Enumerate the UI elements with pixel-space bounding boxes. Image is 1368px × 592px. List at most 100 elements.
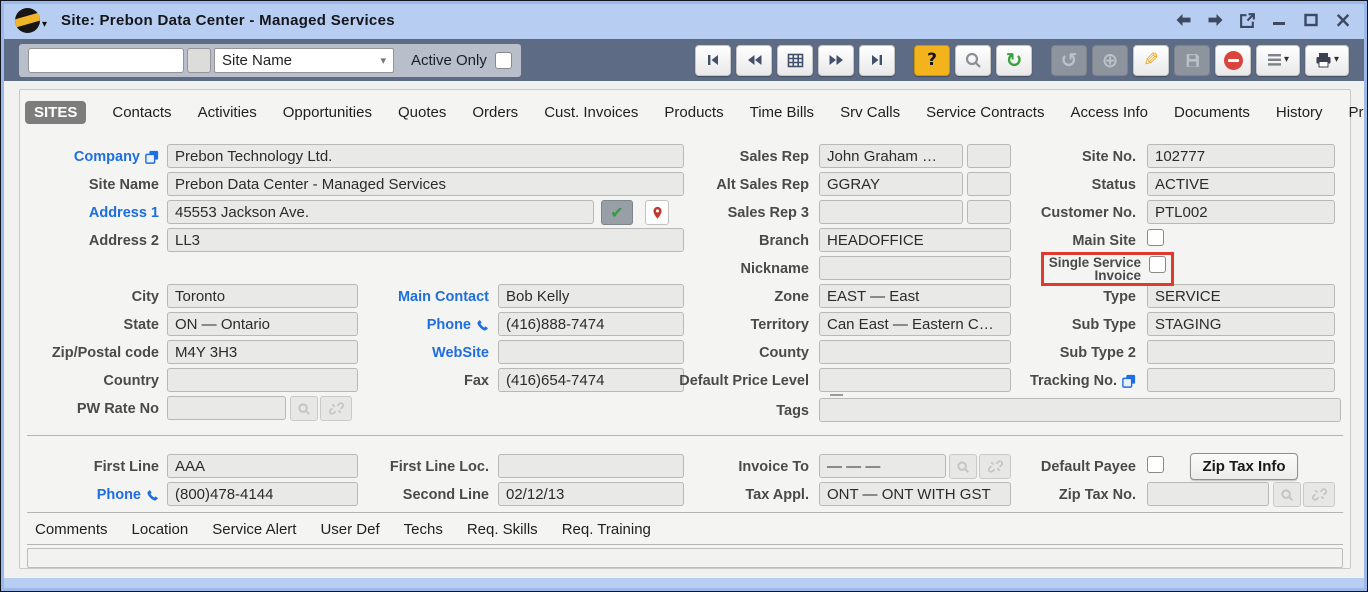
last-record-button[interactable] — [859, 45, 895, 76]
undo-button[interactable]: ↺ — [1051, 45, 1087, 76]
company-field[interactable] — [167, 144, 684, 168]
main-tab-strip: SITES Contacts Activities Opportunities … — [25, 100, 1368, 124]
logo-menu-caret-icon[interactable]: ▾ — [42, 20, 47, 30]
phone2-field[interactable] — [167, 482, 358, 506]
tab-req-training[interactable]: Req. Training — [562, 521, 651, 538]
pw-rate-no-field[interactable] — [167, 396, 286, 420]
delete-button[interactable] — [1215, 45, 1251, 76]
app-logo-icon[interactable] — [15, 8, 40, 33]
maximize-icon[interactable] — [1301, 10, 1321, 30]
filter-clear-button[interactable] — [187, 48, 211, 73]
tab-orders[interactable]: Orders — [472, 104, 518, 121]
address-verified-button[interactable]: ✔ — [601, 200, 633, 225]
save-button[interactable] — [1174, 45, 1210, 76]
website-label[interactable]: WebSite — [361, 343, 489, 363]
tags-field[interactable] — [819, 398, 1341, 422]
first-record-button[interactable] — [695, 45, 731, 76]
tab-location[interactable]: Location — [132, 521, 189, 538]
refresh-button[interactable]: ↻ — [996, 45, 1032, 76]
tab-service-alert[interactable]: Service Alert — [212, 521, 296, 538]
tab-access-info[interactable]: Access Info — [1070, 104, 1148, 121]
pw-rate-unlink-button[interactable] — [320, 396, 352, 421]
tab-opportunities[interactable]: Opportunities — [283, 104, 372, 121]
county-field[interactable] — [819, 340, 1011, 364]
pw-rate-lookup-button[interactable] — [290, 396, 318, 421]
grid-view-button[interactable] — [777, 45, 813, 76]
back-icon[interactable] — [1173, 10, 1193, 30]
customer-no-field[interactable] — [1147, 200, 1335, 224]
tab-comments[interactable]: Comments — [35, 521, 108, 538]
phone-label[interactable]: Phone — [361, 315, 489, 335]
default-payee-checkbox[interactable] — [1147, 456, 1164, 473]
edit-button[interactable]: ✎ — [1133, 45, 1169, 76]
site-no-field[interactable] — [1147, 144, 1335, 168]
tab-quotes[interactable]: Quotes — [398, 104, 446, 121]
tab-contacts[interactable]: Contacts — [112, 104, 171, 121]
close-icon[interactable]: × — [1333, 10, 1353, 30]
print-button[interactable]: ▾ — [1305, 45, 1349, 76]
popout-icon[interactable] — [1237, 10, 1257, 30]
window-title: Site: Prebon Data Center - Managed Servi… — [61, 12, 395, 29]
tab-srv-calls[interactable]: Srv Calls — [840, 104, 900, 121]
add-record-button[interactable]: ⊕ — [1092, 45, 1128, 76]
tab-history[interactable]: History — [1276, 104, 1323, 121]
tracking-no-label[interactable]: Tracking No. — [991, 371, 1136, 391]
address2-field[interactable] — [167, 228, 684, 252]
sales-rep3-field[interactable] — [819, 200, 963, 224]
tab-user-def[interactable]: User Def — [320, 521, 379, 538]
next-record-button[interactable] — [818, 45, 854, 76]
type-field[interactable] — [1147, 284, 1335, 308]
main-contact-label[interactable]: Main Contact — [361, 287, 489, 307]
tracking-no-field[interactable] — [1147, 368, 1335, 392]
branch-field[interactable] — [819, 228, 1011, 252]
site-name-field[interactable] — [167, 172, 684, 196]
phone-icon — [146, 489, 159, 502]
tab-cust-invoices[interactable]: Cust. Invoices — [544, 104, 638, 121]
tab-service-contracts[interactable]: Service Contracts — [926, 104, 1044, 121]
tab-activities[interactable]: Activities — [198, 104, 257, 121]
invoice-to-field[interactable] — [819, 454, 946, 478]
first-line-field[interactable] — [167, 454, 358, 478]
zip-tax-info-button[interactable]: Zip Tax Info — [1190, 453, 1298, 480]
default-price-level-field[interactable] — [819, 368, 1011, 392]
zip-tax-lookup-button[interactable] — [1273, 482, 1301, 507]
previous-record-button[interactable] — [736, 45, 772, 76]
menu-button[interactable]: ▾ — [1256, 45, 1300, 76]
zone-field[interactable] — [819, 284, 1011, 308]
minimize-icon[interactable] — [1269, 10, 1289, 30]
state-field[interactable] — [167, 312, 358, 336]
zip-tax-no-field[interactable] — [1147, 482, 1269, 506]
tab-time-bills[interactable]: Time Bills — [750, 104, 814, 121]
filter-input[interactable] — [28, 48, 184, 73]
nickname-field[interactable] — [819, 256, 1011, 280]
tab-req-skills[interactable]: Req. Skills — [467, 521, 538, 538]
tab-projects[interactable]: Projects — [1349, 104, 1368, 121]
country-field[interactable] — [167, 368, 358, 392]
sub-type-field[interactable] — [1147, 312, 1335, 336]
single-service-invoice-checkbox[interactable] — [1149, 256, 1166, 273]
filter-field-select[interactable]: Site Name ▾ — [214, 48, 394, 73]
sales-rep-field[interactable] — [819, 144, 963, 168]
main-site-checkbox[interactable] — [1147, 229, 1164, 246]
sub-type2-field[interactable] — [1147, 340, 1335, 364]
help-button[interactable]: ? — [914, 45, 950, 76]
invoice-to-lookup-button[interactable] — [949, 454, 977, 479]
active-only-checkbox[interactable] — [495, 52, 512, 69]
tab-documents[interactable]: Documents — [1174, 104, 1250, 121]
search-button[interactable] — [955, 45, 991, 76]
status-field[interactable] — [1147, 172, 1335, 196]
tab-products[interactable]: Products — [664, 104, 723, 121]
phone2-label[interactable]: Phone — [31, 485, 159, 505]
company-label[interactable]: Company — [31, 147, 159, 167]
city-field[interactable] — [167, 284, 358, 308]
forward-icon[interactable] — [1205, 10, 1225, 30]
tab-techs[interactable]: Techs — [404, 521, 443, 538]
address1-label[interactable]: Address 1 — [31, 203, 159, 223]
zip-tax-unlink-button[interactable] — [1303, 482, 1335, 507]
zip-field[interactable] — [167, 340, 358, 364]
tab-sites[interactable]: SITES — [25, 101, 86, 124]
address1-field[interactable] — [167, 200, 594, 224]
tax-appl-field[interactable] — [819, 482, 1011, 506]
alt-sales-rep-field[interactable] — [819, 172, 963, 196]
territory-field[interactable] — [819, 312, 1011, 336]
